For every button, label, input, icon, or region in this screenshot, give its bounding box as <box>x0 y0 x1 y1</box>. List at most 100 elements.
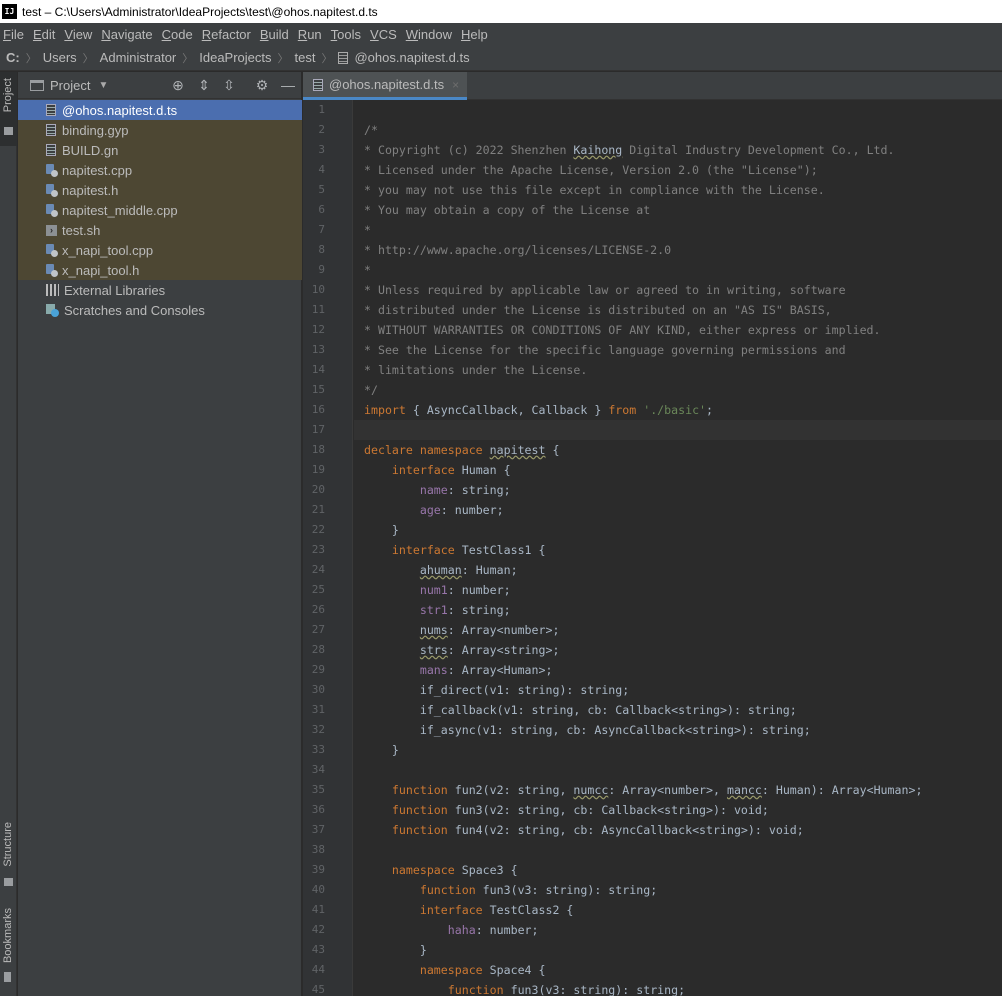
code-line[interactable]: */ <box>354 380 1002 400</box>
tree-item-test-sh[interactable]: › test.sh <box>18 220 302 240</box>
code-line[interactable]: * you may not use this file except in co… <box>354 180 1002 200</box>
library-icon <box>46 284 59 296</box>
code-line[interactable]: * <box>354 220 1002 240</box>
tree-item-napitest-cpp[interactable]: napitest.cpp <box>18 160 302 180</box>
code-token: : string; <box>447 483 511 497</box>
collapse-all-icon[interactable]: ⇳ <box>221 78 237 92</box>
project-tool-window: Project ▼ ⊕ ⇕ ⇳ ⚙ — @ohos.napitest.d.ts … <box>18 72 302 996</box>
menu-view[interactable]: View <box>61 27 97 42</box>
code-line[interactable] <box>354 840 1002 860</box>
code-line[interactable]: function fun3(v3: string): string; <box>354 980 1002 996</box>
editor-tab-ohos-napitest-d-ts[interactable]: @ohos.napitest.d.ts × <box>303 72 468 100</box>
menu-tools[interactable]: Tools <box>328 27 366 42</box>
menu-vcs[interactable]: VCS <box>367 27 402 42</box>
locate-file-icon[interactable]: ⊕ <box>170 78 186 92</box>
code-line[interactable]: * See the License for the specific langu… <box>354 340 1002 360</box>
tree-item-napitest-middle-cpp[interactable]: napitest_middle.cpp <box>18 200 302 220</box>
code-line[interactable]: } <box>354 520 1002 540</box>
code-line[interactable]: if_direct(v1: string): string; <box>354 680 1002 700</box>
code-line[interactable] <box>354 420 1002 440</box>
line-number: 44 <box>311 963 325 976</box>
code-line[interactable]: mans: Array<Human>; <box>354 660 1002 680</box>
code-line[interactable]: * Unless required by applicable law or a… <box>354 280 1002 300</box>
code-line[interactable]: haha: number; <box>354 920 1002 940</box>
code-line[interactable]: name: string; <box>354 480 1002 500</box>
tree-item-ohos-napitest-d-ts[interactable]: @ohos.napitest.d.ts <box>18 100 302 120</box>
line-number-gutter[interactable]: 1 2 3 4 5 6 7 8 9 10 11 12 13 14 15 16 17 18 19 20 21 22 23 24 2… <box>303 100 353 996</box>
menu-edit[interactable]: Edit <box>30 27 60 42</box>
tree-item-napitest-h[interactable]: napitest.h <box>18 180 302 200</box>
code-line[interactable]: function fun4(v2: string, cb: AsyncCallb… <box>354 820 1002 840</box>
code-line[interactable]: if_callback(v1: string, cb: Callback<str… <box>354 700 1002 720</box>
hide-panel-icon[interactable]: — <box>280 78 296 92</box>
code-line[interactable]: * distributed under the License is distr… <box>354 300 1002 320</box>
code-line[interactable]: * http://www.apache.org/licenses/LICENSE… <box>354 240 1002 260</box>
code-line[interactable]: namespace Space4 { <box>354 960 1002 980</box>
code-line[interactable]: function fun3(v3: string): string; <box>354 880 1002 900</box>
code-line[interactable]: function fun2(v2: string, numcc: Array<n… <box>354 780 1002 800</box>
code-line[interactable]: * <box>354 260 1002 280</box>
code-line[interactable]: interface TestClass2 { <box>354 900 1002 920</box>
menu-help[interactable]: Help <box>458 27 493 42</box>
code-line[interactable]: function fun3(v2: string, cb: Callback<s… <box>354 800 1002 820</box>
code-line[interactable]: declare namespace napitest { <box>354 440 1002 460</box>
menu-run[interactable]: Run <box>295 27 327 42</box>
code-line[interactable]: * Licensed under the Apache License, Ver… <box>354 160 1002 180</box>
code-token: namespace <box>419 963 483 977</box>
line-number: 42 <box>311 923 325 936</box>
breadcrumb-test[interactable]: test <box>295 50 316 65</box>
code-line[interactable]: * You may obtain a copy of the License a… <box>354 200 1002 220</box>
code-token: Digital Industry Development Co., Ltd. <box>622 143 895 157</box>
breadcrumb-administrator[interactable]: Administrator <box>100 50 177 65</box>
breadcrumb-drive[interactable]: C: <box>6 50 20 65</box>
breadcrumb-ideaprojects[interactable]: IdeaProjects <box>199 50 271 65</box>
line-number: 22 <box>311 523 325 536</box>
tool-tab-project[interactable]: Project <box>0 72 17 146</box>
code-line[interactable]: num1: number; <box>354 580 1002 600</box>
code-line[interactable] <box>354 100 1002 120</box>
gear-icon[interactable]: ⚙ <box>254 78 270 92</box>
code-line[interactable]: nums: Array<number>; <box>354 620 1002 640</box>
code-line[interactable]: namespace Space3 { <box>354 860 1002 880</box>
code-line[interactable]: str1: string; <box>354 600 1002 620</box>
menu-bar: File Edit View Navigate Code Refactor Bu… <box>0 23 1002 45</box>
menu-window[interactable]: Window <box>403 27 457 42</box>
breadcrumb-users[interactable]: Users <box>43 50 77 65</box>
code-line[interactable]: ahuman: Human; <box>354 560 1002 580</box>
code-line[interactable] <box>354 760 1002 780</box>
tree-item-build-gn[interactable]: BUILD.gn <box>18 140 302 160</box>
tree-item-x-napi-tool-h[interactable]: x_napi_tool.h <box>18 260 302 280</box>
code-token: fun3(v2: string, cb: Callback<string>): … <box>447 803 769 817</box>
code-line[interactable]: /* <box>354 120 1002 140</box>
code-line[interactable]: * WITHOUT WARRANTIES OR CONDITIONS OF AN… <box>354 320 1002 340</box>
code-line[interactable]: import { AsyncCallback, Callback } from … <box>354 400 1002 420</box>
project-panel-title[interactable]: Project <box>50 78 90 93</box>
menu-navigate[interactable]: Navigate <box>98 27 157 42</box>
code-line[interactable]: if_async(v1: string, cb: AsyncCallback<s… <box>354 720 1002 740</box>
chevron-down-icon[interactable]: ▼ <box>98 80 108 91</box>
tree-item-x-napi-tool-cpp[interactable]: x_napi_tool.cpp <box>18 240 302 260</box>
code-line[interactable]: } <box>354 940 1002 960</box>
code-line[interactable]: interface Human { <box>354 460 1002 480</box>
code-line[interactable]: * limitations under the License. <box>354 360 1002 380</box>
tree-item-binding-gyp[interactable]: binding.gyp <box>18 120 302 140</box>
breadcrumb-file[interactable]: @ohos.napitest.d.ts <box>338 50 470 65</box>
menu-code[interactable]: Code <box>159 27 198 42</box>
code-line[interactable]: * Copyright (c) 2022 Shenzhen Kaihong Di… <box>354 140 1002 160</box>
code-line[interactable]: age: number; <box>354 500 1002 520</box>
close-icon[interactable]: × <box>452 78 459 92</box>
tree-item-scratches-and-consoles[interactable]: Scratches and Consoles <box>18 300 302 320</box>
left-tool-strip: Project Structure Bookmarks <box>0 72 17 996</box>
code-line[interactable]: } <box>354 740 1002 760</box>
code-line[interactable]: interface TestClass1 { <box>354 540 1002 560</box>
menu-build[interactable]: Build <box>257 27 294 42</box>
code-token: namespace <box>391 863 455 877</box>
menu-refactor[interactable]: Refactor <box>199 27 256 42</box>
code-area[interactable]: /* * Copyright (c) 2022 Shenzhen Kaihong … <box>354 100 1002 996</box>
menu-file[interactable]: File <box>0 27 29 42</box>
expand-all-icon[interactable]: ⇕ <box>196 78 212 92</box>
code-token: ; <box>706 403 714 417</box>
tree-item-external-libraries[interactable]: External Libraries <box>18 280 302 300</box>
code-line[interactable]: strs: Array<string>; <box>354 640 1002 660</box>
